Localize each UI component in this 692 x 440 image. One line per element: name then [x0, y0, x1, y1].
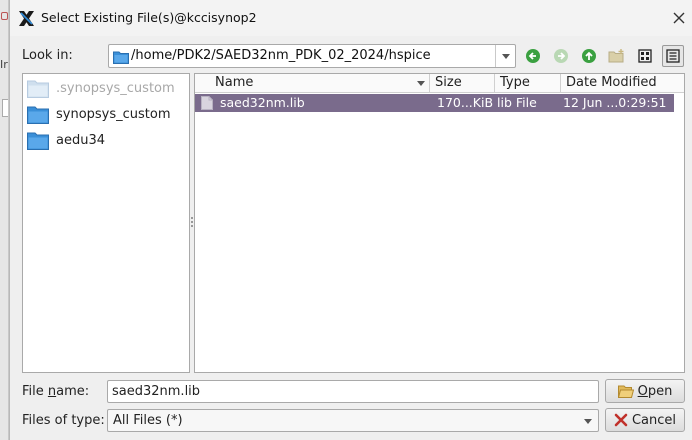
- file-list[interactable]: Name Size Type Date Modified saed32nm.li…: [194, 73, 685, 373]
- open-button-label: Open: [637, 383, 673, 399]
- table-row[interactable]: saed32nm.lib 170...KiB lib File 12 Jun .…: [195, 94, 674, 112]
- file-dialog: Select Existing File(s)@kccisynop2 Look …: [9, 0, 692, 440]
- forward-button[interactable]: [550, 45, 572, 67]
- new-folder-icon: [608, 49, 624, 63]
- back-icon: [526, 49, 540, 63]
- folder-icon: [27, 132, 49, 150]
- sidebar-item-label: aedu34: [56, 133, 105, 148]
- cancel-button-label: Cancel: [631, 412, 677, 428]
- column-header-size[interactable]: Size: [430, 74, 495, 93]
- file-list-header: Name Size Type Date Modified: [195, 74, 684, 93]
- column-header-type[interactable]: Type: [495, 74, 561, 93]
- detail-view-button[interactable]: [662, 45, 684, 67]
- background-text: Ir: [0, 58, 8, 71]
- chevron-down-icon: [584, 419, 592, 424]
- open-folder-icon: [617, 385, 634, 398]
- file-type-label: Files of type:: [22, 413, 105, 428]
- new-folder-button[interactable]: [606, 45, 628, 67]
- list-view-icon: [638, 49, 652, 63]
- column-header-label: Size: [435, 75, 462, 90]
- look-in-combo[interactable]: /home/PDK2/SAED32nm_PDK_02_2024/hspice: [108, 44, 516, 68]
- background-window-edge: Ir: [0, 0, 9, 440]
- file-type-cell: lib File: [497, 95, 537, 110]
- parent-dir-icon: [582, 49, 596, 63]
- sidebar-item-label: .synopsys_custom: [56, 81, 175, 96]
- look-in-path: /home/PDK2/SAED32nm_PDK_02_2024/hspice: [131, 48, 431, 63]
- back-button[interactable]: [522, 45, 544, 67]
- list-view-button[interactable]: [634, 45, 656, 67]
- forward-icon: [554, 49, 568, 63]
- file-name-label: File name:: [22, 384, 90, 399]
- file-icon: [201, 96, 213, 110]
- file-name-cell: saed32nm.lib: [220, 95, 305, 110]
- open-button[interactable]: Open: [605, 379, 685, 403]
- column-header-label: Date Modified: [566, 75, 657, 90]
- background-icon: [1, 12, 8, 20]
- sidebar-item-dot-synopsys-custom[interactable]: .synopsys_custom: [27, 77, 185, 101]
- folder-icon: [27, 80, 49, 98]
- column-header-label: Name: [215, 75, 254, 90]
- column-header-label: Type: [500, 75, 530, 90]
- sidebar-item-synopsys-custom[interactable]: synopsys_custom: [27, 103, 185, 127]
- file-size-cell: 170...KiB: [437, 95, 493, 110]
- sidebar: .synopsys_custom synopsys_custom aedu34: [22, 73, 190, 373]
- file-name-input[interactable]: saed32nm.lib: [107, 380, 599, 403]
- detail-view-icon: [666, 49, 680, 63]
- file-type-select[interactable]: All Files (*): [107, 409, 599, 432]
- folder-icon: [27, 106, 49, 124]
- column-header-date-modified[interactable]: Date Modified: [561, 74, 684, 93]
- parent-directory-button[interactable]: [578, 45, 600, 67]
- sort-descending-icon: [417, 81, 425, 86]
- background-field: [2, 99, 8, 117]
- folder-icon: [113, 51, 129, 64]
- x-app-icon: [19, 11, 34, 26]
- dialog-title: Select Existing File(s)@kccisynop2: [41, 10, 257, 25]
- sidebar-item-label: synopsys_custom: [56, 107, 171, 122]
- close-icon[interactable]: [670, 9, 688, 27]
- title-bar: Select Existing File(s)@kccisynop2: [10, 0, 692, 36]
- chevron-down-icon[interactable]: [495, 45, 515, 67]
- column-header-name[interactable]: Name: [195, 74, 430, 93]
- file-type-value: All Files (*): [113, 413, 183, 428]
- look-in-label: Look in:: [22, 48, 73, 63]
- cancel-icon: [614, 413, 628, 427]
- file-date-cell: 12 Jun ...0:29:51: [563, 95, 667, 110]
- sidebar-item-aedu34[interactable]: aedu34: [27, 129, 185, 153]
- cancel-button[interactable]: Cancel: [605, 408, 685, 432]
